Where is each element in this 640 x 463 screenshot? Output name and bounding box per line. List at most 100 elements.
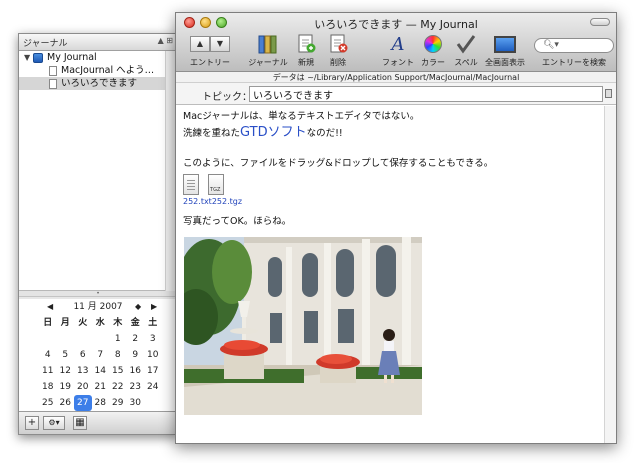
tree-item-entry-selected[interactable]: いろいろできます: [19, 77, 177, 90]
calendar-day[interactable]: 30: [127, 395, 145, 411]
font-label: フォント: [382, 58, 414, 67]
journal-window: いろいろできます — My Journal ▲ ▼ エントリー ジャーナル 新規: [175, 12, 617, 444]
calendar-day[interactable]: 5: [57, 347, 75, 363]
topic-input[interactable]: [249, 86, 603, 102]
calendar-day[interactable]: 16: [127, 363, 145, 379]
next-month-icon[interactable]: ▶: [151, 299, 157, 315]
calendar-day[interactable]: 9: [127, 347, 145, 363]
entry-nav-control[interactable]: ▲ ▼ エントリー: [186, 33, 234, 68]
file2-label[interactable]: 252.tgz: [212, 197, 242, 206]
color-button[interactable]: カラー: [416, 33, 450, 68]
calendar-day: [144, 395, 162, 411]
toolbar-toggle-button[interactable]: [590, 18, 610, 26]
prev-entry-icon[interactable]: ▲: [190, 36, 210, 52]
split-handle[interactable]: •: [19, 291, 177, 297]
calendar-day[interactable]: 6: [74, 347, 92, 363]
calendar-weekday: 水: [95, 318, 105, 328]
spell-label: スペル: [454, 58, 478, 67]
fullscreen-button[interactable]: 全画面表示: [482, 33, 528, 68]
calendar-day[interactable]: 15: [109, 363, 127, 379]
calendar-day[interactable]: 28: [92, 395, 110, 411]
prev-month-icon[interactable]: ◀: [47, 299, 53, 315]
fullscreen-label: 全画面表示: [485, 58, 525, 67]
calendar-grid: 日月火水木金土 1 2 3 4 5 6 7 8 9 10 11 12 13 14 15 16 17 18 19 20 21…: [39, 315, 177, 411]
calendar-month-label: 11 月 2007: [73, 302, 123, 312]
tree-item-entry[interactable]: MacJournal へよう…: [19, 64, 177, 77]
spell-button[interactable]: スペル: [450, 33, 482, 68]
journal-tree: ▼ My Journal MacJournal へよう… いろいろできます: [19, 51, 177, 291]
tree-item-label: MacJournal へよう…: [61, 65, 155, 76]
calendar-day: [92, 331, 110, 347]
calendar-day[interactable]: 17: [144, 363, 162, 379]
journal-books-icon: [248, 33, 288, 55]
calendar-weekday: 月: [60, 318, 70, 328]
body-line-2-pre: 洗練を重ねた: [183, 128, 241, 139]
today-icon[interactable]: ◆: [135, 299, 141, 315]
add-button[interactable]: +: [25, 416, 39, 430]
body-line-2: 洗練を重ねたGTDソフトなのだ!!: [183, 126, 597, 141]
titlebar-toolbar: いろいろできます — My Journal ▲ ▼ エントリー ジャーナル 新規: [176, 13, 616, 72]
calendar-day[interactable]: 4: [39, 347, 57, 363]
calendar-day[interactable]: 11: [39, 363, 57, 379]
text-file-icon: [183, 174, 199, 195]
calendar-day[interactable]: 3: [144, 331, 162, 347]
font-button[interactable]: A フォント: [380, 33, 416, 68]
calendar-day[interactable]: 26: [57, 395, 75, 411]
journal-book-icon: [33, 53, 43, 63]
new-document-icon: [292, 33, 320, 55]
new-entry-button[interactable]: 新規: [292, 33, 320, 68]
calendar-day[interactable]: 23: [127, 379, 145, 395]
photo-image: [184, 237, 422, 415]
calendar-weekday: 金: [130, 318, 140, 328]
calendar-weekday: 木: [113, 318, 123, 328]
calendar-day[interactable]: 22: [109, 379, 127, 395]
calendar-day[interactable]: 12: [57, 363, 75, 379]
calendar-day[interactable]: 14: [92, 363, 110, 379]
color-label: カラー: [421, 58, 445, 67]
calendar-day[interactable]: 19: [57, 379, 75, 395]
disclosure-triangle-icon[interactable]: ▼: [24, 51, 30, 64]
calendar-day: [57, 331, 75, 347]
calendar-day[interactable]: 21: [92, 379, 110, 395]
calendar-day[interactable]: 2: [127, 331, 145, 347]
calendar-day[interactable]: 18: [39, 379, 57, 395]
calendar-day-today[interactable]: 27: [74, 395, 92, 411]
body-line-1: Macジャーナルは、単なるテキストエディタではない。: [183, 111, 420, 122]
calendar-header: ◀ 11 月 2007 ◆ ▶: [19, 299, 177, 315]
calendar-day[interactable]: 1: [109, 331, 127, 347]
attachment-txt[interactable]: [183, 174, 199, 195]
calendar-day[interactable]: 13: [74, 363, 92, 379]
entry-body[interactable]: Macジャーナルは、単なるテキストエディタではない。 洗練を重ねたGTDソフトな…: [176, 106, 604, 443]
attachment-tgz[interactable]: TGZ: [208, 174, 225, 195]
journal-drawer: ジャーナル ▲ ⊞ ▼ My Journal MacJournal へよう… い…: [18, 33, 178, 435]
calendar-day[interactable]: 10: [144, 347, 162, 363]
file1-label[interactable]: 252.txt: [183, 197, 212, 206]
calendar-toggle-icon[interactable]: ▦: [73, 416, 87, 430]
tree-item-label: My Journal: [47, 52, 97, 63]
delete-entry-button[interactable]: 削除: [324, 33, 352, 68]
body-line-4: 写真だってOK。ほらね。: [183, 216, 292, 227]
entry-nav-segments: ▲ ▼: [186, 33, 234, 55]
topic-row: トピック：: [176, 83, 616, 105]
color-wheel-icon: [416, 33, 450, 55]
embedded-photo[interactable]: [184, 237, 422, 415]
search-label: エントリーを検索: [542, 58, 606, 67]
calendar-day[interactable]: 24: [144, 379, 162, 395]
journal-button[interactable]: ジャーナル: [248, 33, 288, 68]
tree-item-my-journal[interactable]: ▼ My Journal: [19, 51, 177, 64]
calendar-day[interactable]: 20: [74, 379, 92, 395]
calendar-day[interactable]: 7: [92, 347, 110, 363]
gtd-link[interactable]: GTDソフト: [240, 125, 307, 140]
lock-icon[interactable]: [605, 89, 612, 98]
next-entry-icon[interactable]: ▼: [210, 36, 230, 52]
calendar-day[interactable]: 8: [109, 347, 127, 363]
calendar-day: [39, 331, 57, 347]
entry-label: エントリー: [190, 58, 230, 67]
archive-badge: TGZ: [210, 187, 221, 193]
entry-scrollbar[interactable]: [604, 106, 616, 443]
gear-menu-button[interactable]: ⚙▾: [43, 416, 65, 430]
calendar-day[interactable]: 25: [39, 395, 57, 411]
calendar-day[interactable]: 29: [109, 395, 127, 411]
calendar-weekday: 日: [43, 318, 53, 328]
sort-arrows-icon[interactable]: ▲ ⊞: [158, 36, 173, 45]
